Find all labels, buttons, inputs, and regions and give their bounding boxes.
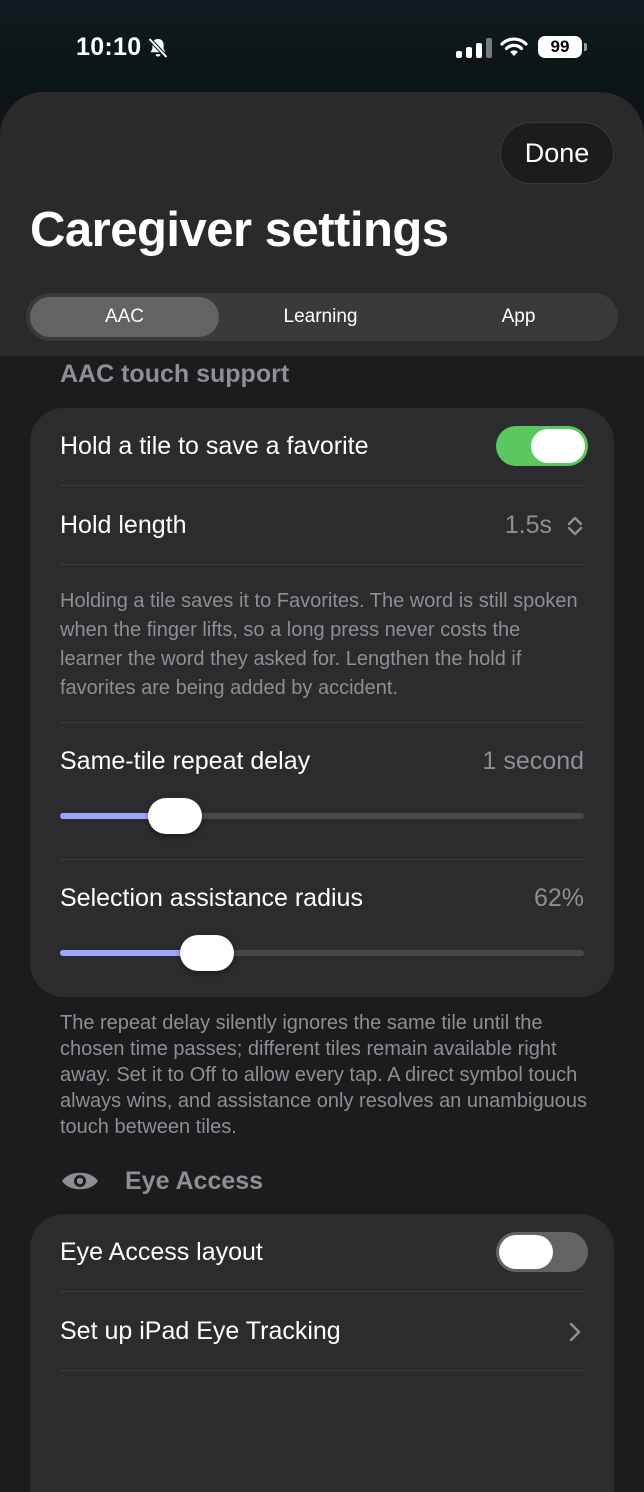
- setup-eye-tracking-label[interactable]: Set up iPad Eye Tracking: [60, 1317, 341, 1346]
- divider: [60, 859, 584, 860]
- slider-thumb[interactable]: [180, 935, 234, 971]
- hold-length-label: Hold length: [60, 511, 187, 539]
- radius-value: 62%: [533, 884, 584, 912]
- toggle-knob: [531, 429, 585, 463]
- radius-label: Selection assistance radius: [60, 884, 363, 912]
- wifi-icon: [500, 36, 528, 63]
- slider-thumb[interactable]: [148, 798, 202, 834]
- divider: [60, 564, 584, 565]
- bell-slash-icon: [146, 36, 170, 65]
- chevron-up-down-icon[interactable]: [566, 514, 584, 543]
- battery-indicator: 99: [538, 36, 582, 58]
- toggle-knob: [499, 1235, 553, 1269]
- divider: [60, 722, 584, 723]
- chevron-right-icon[interactable]: [568, 1321, 582, 1348]
- tab-app[interactable]: App: [424, 297, 613, 337]
- repeat-delay-label: Same-tile repeat delay: [60, 747, 311, 775]
- divider: [60, 1291, 584, 1292]
- cellular-signal-icon: [456, 38, 492, 58]
- hold-length-value[interactable]: 1.5s: [505, 511, 552, 540]
- aac-touch-card: Hold a tile to save a favorite Hold leng…: [30, 408, 614, 997]
- page-title: Caregiver settings: [30, 203, 449, 257]
- radius-slider[interactable]: [60, 935, 584, 971]
- favorite-label: Hold a tile to save a favorite: [60, 432, 369, 460]
- favorite-toggle[interactable]: [496, 426, 588, 466]
- eye-icon: [60, 1168, 100, 1199]
- repeat-delay-slider[interactable]: [60, 798, 584, 834]
- divider: [60, 1370, 584, 1371]
- section-title-aac-touch: AAC touch support: [60, 360, 290, 388]
- settings-tabs: AAC Learning App: [26, 293, 618, 341]
- aac-footnote: The repeat delay silently ignores the sa…: [60, 1012, 587, 1138]
- eye-access-card: Eye Access layout Set up iPad Eye Tracki…: [30, 1214, 614, 1492]
- eye-layout-label: Eye Access layout: [60, 1238, 263, 1266]
- section-title-eye-access: Eye Access: [125, 1167, 264, 1195]
- sheet-header: Done Caregiver settings AAC Learning App: [0, 92, 644, 356]
- settings-sheet: Done Caregiver settings AAC Learning App…: [0, 92, 644, 1492]
- hold-note: Holding a tile saves it to Favorites. Th…: [60, 590, 578, 699]
- battery-tip: [584, 43, 587, 51]
- status-time: 10:10: [76, 33, 142, 61]
- tab-learning[interactable]: Learning: [226, 297, 415, 337]
- done-button[interactable]: Done: [500, 122, 614, 184]
- divider: [60, 485, 584, 486]
- eye-layout-toggle[interactable]: [496, 1232, 588, 1272]
- repeat-delay-value: 1 second: [482, 747, 584, 775]
- tab-aac[interactable]: AAC: [30, 297, 219, 337]
- status-bar: 10:10 99: [0, 0, 644, 90]
